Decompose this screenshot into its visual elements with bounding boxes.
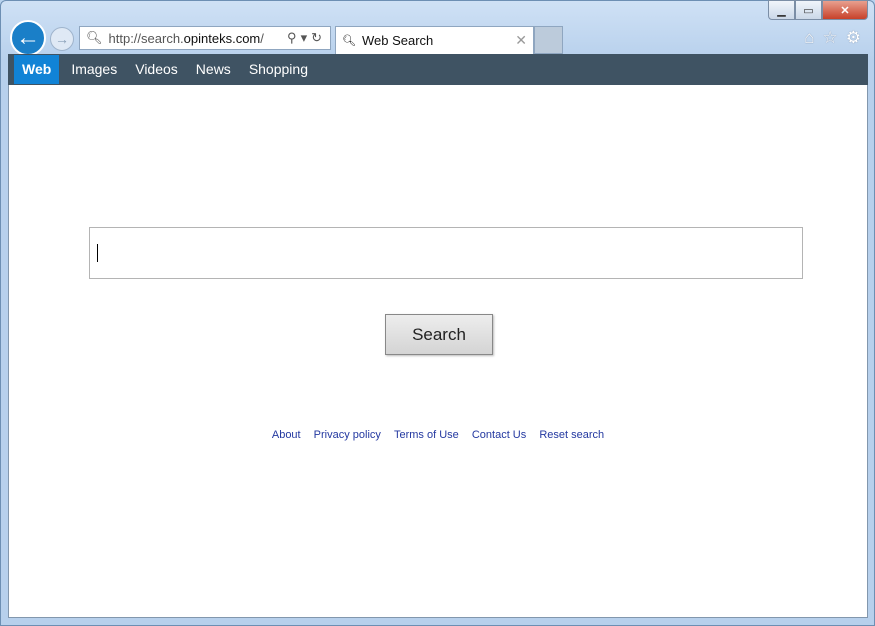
star-icon[interactable]: ☆ <box>823 28 838 48</box>
footer-links: About Privacy policy Terms of Use Contac… <box>9 429 867 441</box>
search-nav: Web Images Videos News Shopping <box>8 54 868 85</box>
privacy-policy-link[interactable]: Privacy policy <box>314 429 381 441</box>
maximize-icon[interactable]: ▭ <box>795 0 822 20</box>
url-suffix: / <box>260 30 264 46</box>
search-dropdown-icon[interactable]: ⚲▾ <box>287 30 311 45</box>
back-icon[interactable]: ← <box>10 20 46 56</box>
tab-title: Web Search <box>361 33 434 48</box>
reset-search-link[interactable]: Reset search <box>539 429 604 441</box>
nav-videos[interactable]: Videos <box>126 54 187 85</box>
tab-web-search[interactable]: 🔍︎ Web Search ✕ <box>335 26 534 54</box>
close-icon[interactable]: ✕ <box>822 0 868 20</box>
search-button[interactable]: Search <box>385 314 493 355</box>
terms-of-use-link[interactable]: Terms of Use <box>394 429 459 441</box>
page-content: Search About Privacy policy Terms of Use… <box>8 85 868 618</box>
nav-news[interactable]: News <box>187 54 240 85</box>
contact-us-link[interactable]: Contact Us <box>472 429 526 441</box>
home-icon[interactable]: ⌂ <box>804 28 814 48</box>
search-icon: 🔍︎ <box>86 30 103 45</box>
address-bar[interactable]: 🔍︎ http://search. opinteks.com / ⚲▾↻ <box>79 26 331 50</box>
refresh-icon[interactable]: ↻ <box>311 30 326 45</box>
window-controls: ▁ ▭ ✕ <box>768 0 868 20</box>
url-domain: opinteks.com <box>183 30 261 46</box>
nav-images[interactable]: Images <box>62 54 126 85</box>
url-prefix: http://search. <box>108 30 184 46</box>
nav-shopping[interactable]: Shopping <box>240 54 317 85</box>
minimize-icon[interactable]: ▁ <box>768 0 795 20</box>
search-input[interactable] <box>89 227 803 279</box>
gear-icon[interactable]: ⚙ <box>846 28 861 48</box>
new-tab-button[interactable] <box>534 26 563 54</box>
forward-icon[interactable]: → <box>50 27 74 51</box>
tab-favicon-search-icon: 🔍︎ <box>342 35 356 47</box>
text-caret <box>97 244 98 262</box>
nav-web[interactable]: Web <box>14 55 60 84</box>
close-tab-icon[interactable]: ✕ <box>515 32 527 49</box>
about-link[interactable]: About <box>272 429 301 441</box>
